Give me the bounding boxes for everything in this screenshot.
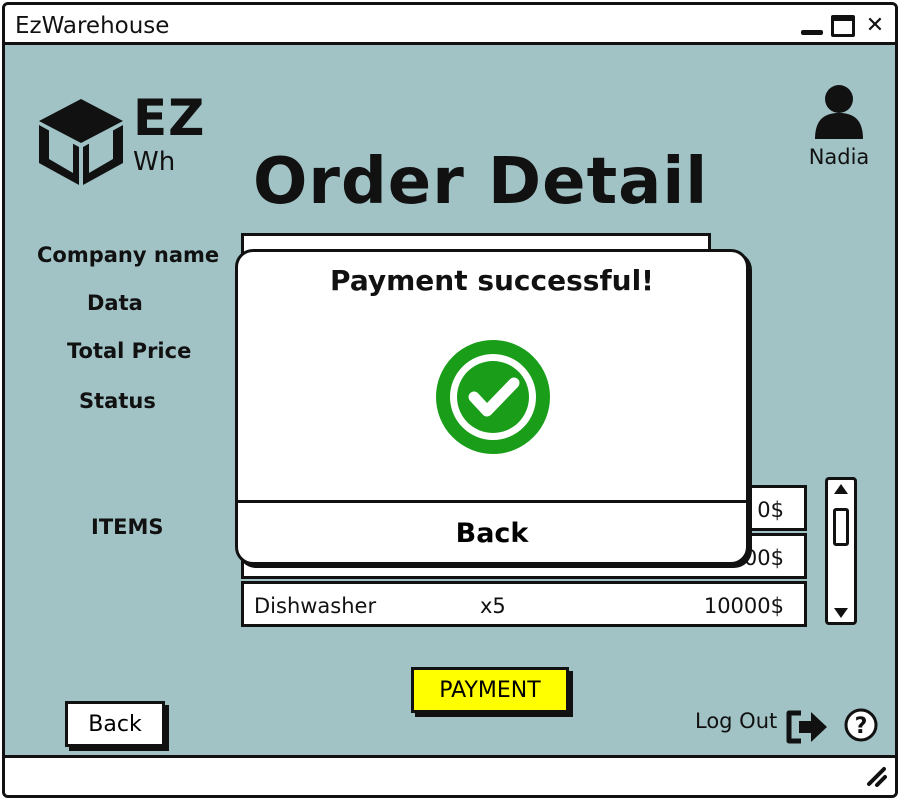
payment-button[interactable]: PAYMENT <box>411 667 569 713</box>
dialog-back-button[interactable]: Back <box>238 503 746 563</box>
scroll-thumb[interactable] <box>833 508 849 546</box>
page-title: Order Detail <box>253 145 709 219</box>
back-button[interactable]: Back <box>65 701 165 747</box>
close-button[interactable]: ✕ <box>863 15 887 37</box>
company-name-label: Company name <box>37 243 220 267</box>
user-name: Nadia <box>808 145 870 169</box>
window-title: EzWarehouse <box>15 13 170 39</box>
item-name: Dishwasher <box>254 594 377 618</box>
box-icon <box>39 99 123 185</box>
main-content: EZ Wh Order Detail Nadia Company name Da… <box>5 45 895 758</box>
app-window: EzWarehouse ✕ EZ Wh Order Detail Nadia C… <box>2 2 898 798</box>
maximize-button[interactable] <box>831 15 855 37</box>
check-circle-icon <box>436 340 550 454</box>
resize-icon[interactable] <box>865 765 887 787</box>
help-icon[interactable]: ? <box>843 707 879 743</box>
logo-wh-text: Wh <box>133 147 176 177</box>
logout-link[interactable]: Log Out <box>695 709 777 733</box>
scroll-down-icon[interactable] <box>832 606 850 620</box>
item-qty: x5 <box>480 594 506 618</box>
item-price: 0$ <box>757 498 784 522</box>
logout-icon[interactable] <box>785 709 829 745</box>
items-scrollbar[interactable] <box>825 477 857 625</box>
title-bar: EzWarehouse ✕ <box>5 5 895 45</box>
scroll-up-icon[interactable] <box>832 482 850 496</box>
total-price-label: Total Price <box>67 339 192 363</box>
app-logo: EZ Wh <box>33 89 223 193</box>
table-row[interactable]: Dishwasher x5 10000$ <box>241 581 807 627</box>
status-bar <box>5 755 895 795</box>
status-label: Status <box>79 389 156 413</box>
item-price: 10000$ <box>703 594 784 618</box>
user-icon <box>815 85 863 139</box>
payment-success-dialog: Payment successful! Back <box>235 249 749 565</box>
items-label: ITEMS <box>91 515 164 539</box>
user-profile[interactable]: Nadia <box>799 83 879 169</box>
minimize-button[interactable] <box>801 15 823 37</box>
svg-text:?: ? <box>855 714 868 739</box>
logo-ez-text: EZ <box>133 89 206 147</box>
data-label: Data <box>87 291 143 315</box>
dialog-title: Payment successful! <box>330 264 654 297</box>
